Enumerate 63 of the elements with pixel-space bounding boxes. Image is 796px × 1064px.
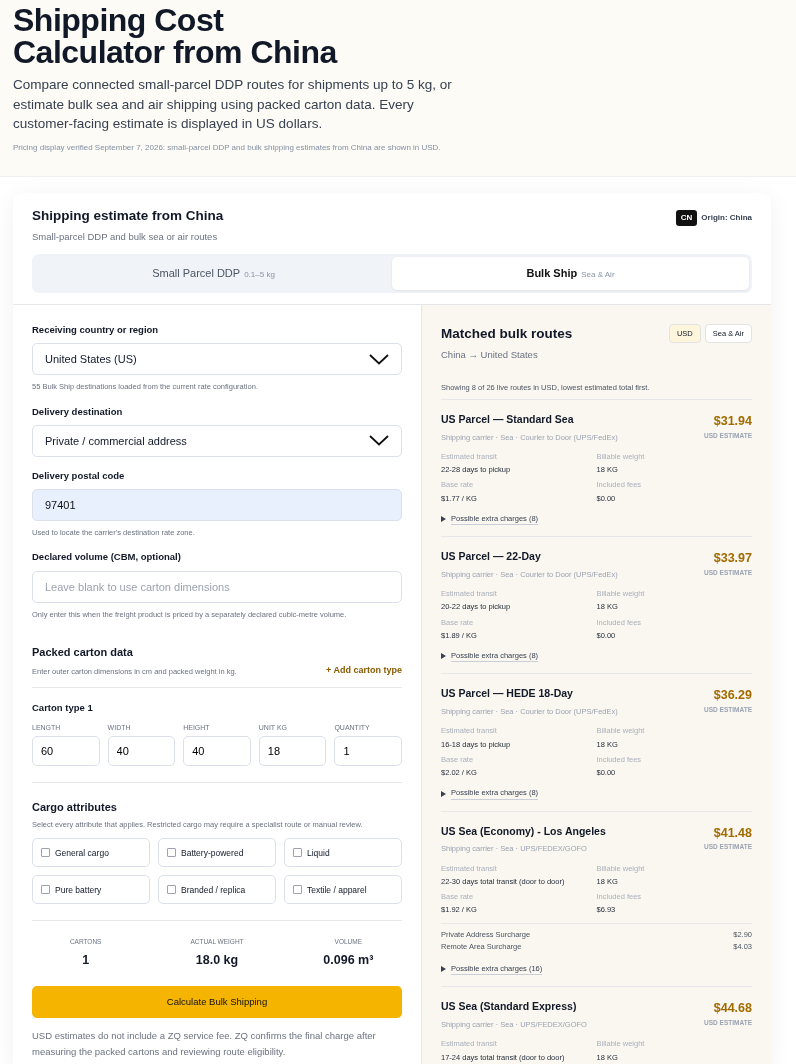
expand-triangle-icon <box>441 966 446 973</box>
attribute-option[interactable]: General cargo <box>32 838 150 868</box>
route-name: US Sea (Economy) - Los Angeles <box>441 823 606 839</box>
field-label: Declared volume (CBM, optional) <box>32 550 182 565</box>
expand-triangle-icon <box>441 653 446 660</box>
select-field[interactable]: United States (US) <box>32 343 402 376</box>
checkbox[interactable] <box>167 885 176 895</box>
dimension-input[interactable]: 18 <box>258 735 327 766</box>
route-name: US Parcel — HEDE 18-Day <box>441 686 574 702</box>
attribute-option[interactable]: Branded / replica <box>158 875 276 905</box>
attribute-option[interactable]: Liquid <box>284 838 402 868</box>
dimension-input[interactable]: 40 <box>183 735 251 766</box>
add-carton-link[interactable]: + Add carton type <box>326 664 402 678</box>
section-title: Packed carton data <box>32 644 134 660</box>
checkbox[interactable] <box>41 848 50 858</box>
checkbox[interactable] <box>41 885 50 895</box>
expand-triangle-icon <box>441 790 446 797</box>
calculate-button[interactable]: Calculate Bulk Shipping <box>32 985 402 1018</box>
route-price: $41.48 <box>712 824 752 842</box>
origin-label: Origin: China <box>701 211 752 224</box>
attribute-option[interactable]: Pure battery <box>32 875 150 905</box>
select-value: United States (US) <box>45 352 137 368</box>
stat-value: 18.0 kg <box>194 952 240 970</box>
mode-tab[interactable]: Small Parcel DDP 0.1–5 kg <box>35 257 392 291</box>
attribute-option[interactable]: Textile / apparel <box>284 875 402 905</box>
checkbox[interactable] <box>293 885 302 895</box>
field-label: Receiving country or region <box>32 323 160 338</box>
dimension-input[interactable]: 60 <box>32 735 100 766</box>
page-title: Shipping Cost Calculator from China <box>13 4 339 68</box>
input-field[interactable]: Leave blank to use carton dimensions <box>32 570 402 603</box>
input-field[interactable]: 97401 <box>32 489 402 522</box>
verified-note: Pricing display verified September 7, 2026: small-parcel DDP and bulk shipping estimates from China are shown in USD. <box>13 141 442 154</box>
route-name: US Parcel — 22-Day <box>441 549 542 565</box>
mode-tab[interactable]: Bulk Ship Sea & Air <box>392 257 749 291</box>
route-name: US Sea (Standard Express) <box>441 999 578 1015</box>
checkbox[interactable] <box>167 848 176 858</box>
card-title: Shipping estimate from China <box>32 206 224 225</box>
results-title: Matched bulk routes <box>441 325 573 344</box>
route-price: $44.68 <box>712 1000 752 1018</box>
section-title: Cargo attributes <box>32 799 118 815</box>
stat-value: 0.096 m³ <box>322 952 375 970</box>
attribute-option[interactable]: Battery-powered <box>158 838 276 868</box>
field-label: Delivery postal code <box>32 468 126 483</box>
stat-value: 1 <box>81 952 91 970</box>
chevron-down-icon <box>369 435 389 447</box>
card-subtitle: Small-parcel DDP and bulk sea or air routes <box>32 229 219 244</box>
checkbox[interactable] <box>293 848 302 858</box>
page-description: Compare connected small-parcel DDP routes for shipments up to 5 kg, or estimate bulk sea and air shipping using packed carton data. Every customer-facing estimate is displayed in US dollars. <box>13 76 453 134</box>
field-label: Delivery destination <box>32 404 124 419</box>
dimension-input[interactable]: 40 <box>107 735 176 766</box>
route-name: US Parcel — Standard Sea <box>441 411 575 427</box>
select-value: Private / commercial address <box>45 433 187 449</box>
select-field[interactable]: Private / commercial address <box>32 424 402 457</box>
carton-title: Carton type 1 <box>32 700 94 715</box>
dimension-input[interactable]: 1 <box>334 735 402 766</box>
country-code-badge: CN <box>675 209 698 226</box>
route-price: $36.29 <box>712 687 752 705</box>
chevron-down-icon <box>369 353 389 365</box>
route-price: $33.97 <box>712 550 752 568</box>
expand-triangle-icon <box>441 516 446 523</box>
disclaimer-text: USD estimates do not include a ZQ service fee. ZQ confirms the final charge after measuring the packed cartons and reviewing route eligibility. <box>32 1028 377 1060</box>
route-direction: China → United States <box>441 348 539 363</box>
route-price: $31.94 <box>712 412 752 430</box>
